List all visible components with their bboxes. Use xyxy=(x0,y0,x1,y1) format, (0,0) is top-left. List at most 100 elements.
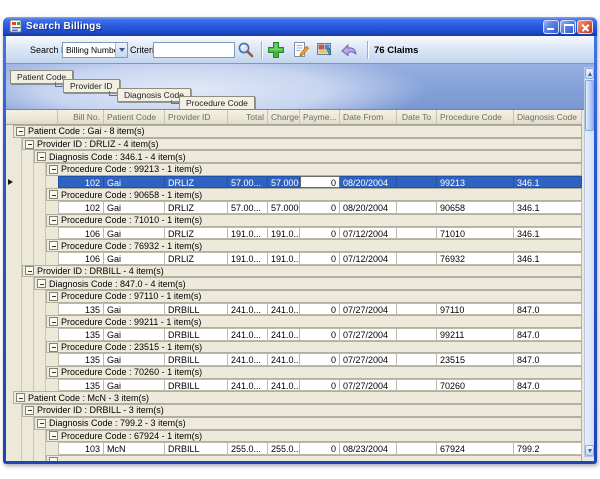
scroll-up-icon[interactable] xyxy=(585,68,594,79)
cell-date_to[interactable] xyxy=(397,379,437,392)
cell-diagnosis[interactable]: 346.1 xyxy=(514,176,582,189)
cell-bill_no[interactable]: 135 xyxy=(58,328,104,341)
cell-bill_no[interactable]: 135 xyxy=(58,379,104,392)
cell-date_from[interactable]: 08/20/2004 xyxy=(340,176,397,189)
cell-date_to[interactable] xyxy=(397,328,437,341)
collapse-icon[interactable] xyxy=(49,431,58,440)
cell-bill_no[interactable]: 102 xyxy=(58,201,104,214)
group-row[interactable]: Provider ID : DRBILL - 3 item(s) xyxy=(6,404,582,417)
cell-payment[interactable]: 0 xyxy=(300,328,340,341)
data-row[interactable]: 135GaiDRBILL241.0...241.0...007/27/20047… xyxy=(6,379,582,392)
group-row[interactable] xyxy=(6,455,582,461)
cell-provider[interactable]: DRBILL xyxy=(165,328,228,341)
cell-payment[interactable]: 0 xyxy=(300,379,340,392)
group-header-box[interactable]: Diagnosis Code : 346.1 - 4 item(s) xyxy=(34,150,582,163)
column-header-total[interactable]: Total xyxy=(228,110,268,124)
cell-date_to[interactable] xyxy=(397,353,437,366)
cell-patient[interactable]: Gai xyxy=(104,227,165,240)
column-header-procedure[interactable]: Procedure Code xyxy=(437,110,514,124)
cell-date_to[interactable] xyxy=(397,176,437,189)
dropdown-arrow-icon[interactable] xyxy=(115,43,127,57)
cell-total[interactable]: 191.0... xyxy=(228,252,268,265)
group-header-box[interactable]: Procedure Code : 67924 - 1 item(s) xyxy=(46,430,582,443)
cell-charges[interactable]: 57.0000 xyxy=(268,176,300,189)
cell-date_from[interactable]: 08/23/2004 xyxy=(340,442,397,455)
group-row[interactable]: Procedure Code : 70260 - 1 item(s) xyxy=(6,366,582,379)
cell-total[interactable]: 241.0... xyxy=(228,379,268,392)
cell-patient[interactable]: Gai xyxy=(104,176,165,189)
cell-bill_no[interactable]: 106 xyxy=(58,252,104,265)
group-by-box-procedure-code[interactable]: Procedure Code xyxy=(179,96,255,110)
group-header-box[interactable]: Patient Code : Gai - 8 item(s) xyxy=(13,125,582,138)
data-row[interactable]: 135GaiDRBILL241.0...241.0...007/27/20049… xyxy=(6,328,582,341)
group-header-box[interactable]: Procedure Code : 76932 - 1 item(s) xyxy=(46,239,582,252)
group-header-box[interactable]: Procedure Code : 90658 - 1 item(s) xyxy=(46,188,582,201)
close-button[interactable] xyxy=(577,20,593,34)
cell-date_from[interactable]: 07/27/2004 xyxy=(340,328,397,341)
group-header-box[interactable]: Procedure Code : 70260 - 1 item(s) xyxy=(46,366,582,379)
cell-patient[interactable]: Gai xyxy=(104,353,165,366)
group-header-box[interactable]: Provider ID : DRLIZ - 4 item(s) xyxy=(22,138,582,151)
collapse-icon[interactable] xyxy=(37,152,46,161)
cell-provider[interactable]: DRLIZ xyxy=(165,252,228,265)
cell-date_to[interactable] xyxy=(397,227,437,240)
column-header-charges[interactable]: Charges xyxy=(268,110,300,124)
cell-charges[interactable]: 241.0... xyxy=(268,328,300,341)
cell-date_from[interactable]: 07/12/2004 xyxy=(340,252,397,265)
group-row[interactable]: Procedure Code : 23515 - 1 item(s) xyxy=(6,341,582,354)
cell-procedure[interactable]: 70260 xyxy=(437,379,514,392)
group-row[interactable]: Procedure Code : 99213 - 1 item(s) xyxy=(6,163,582,176)
cell-patient[interactable]: Gai xyxy=(104,379,165,392)
group-header-box[interactable]: Procedure Code : 97110 - 1 item(s) xyxy=(46,290,582,303)
cell-payment[interactable]: 0 xyxy=(300,442,340,455)
group-row[interactable]: Procedure Code : 99211 - 1 item(s) xyxy=(6,315,582,328)
cell-patient[interactable]: McN xyxy=(104,442,165,455)
cell-patient[interactable]: Gai xyxy=(104,303,165,316)
search-by-dropdown[interactable]: Billing Number xyxy=(62,42,128,58)
collapse-icon[interactable] xyxy=(25,406,34,415)
add-icon[interactable] xyxy=(267,41,285,59)
cell-date_to[interactable] xyxy=(397,252,437,265)
collapse-icon[interactable] xyxy=(49,343,58,352)
cell-total[interactable]: 191.0... xyxy=(228,227,268,240)
cell-payment[interactable]: 0 xyxy=(300,353,340,366)
cell-date_from[interactable]: 07/12/2004 xyxy=(340,227,397,240)
cell-patient[interactable]: Gai xyxy=(104,201,165,214)
cell-payment[interactable]: 0 xyxy=(300,303,340,316)
column-header-diagnosis[interactable]: Diagnosis Code xyxy=(514,110,582,124)
cell-procedure[interactable]: 71010 xyxy=(437,227,514,240)
group-header-box[interactable]: Procedure Code : 99211 - 1 item(s) xyxy=(46,315,582,328)
cell-date_from[interactable]: 08/20/2004 xyxy=(340,201,397,214)
cell-date_from[interactable]: 07/27/2004 xyxy=(340,353,397,366)
cell-procedure[interactable]: 76932 xyxy=(437,252,514,265)
group-row[interactable]: Patient Code : Gai - 8 item(s) xyxy=(6,125,582,138)
column-header-date_to[interactable]: Date To xyxy=(397,110,437,124)
cell-date_to[interactable] xyxy=(397,442,437,455)
data-row[interactable]: 135GaiDRBILL241.0...241.0...007/27/20042… xyxy=(6,353,582,366)
collapse-icon[interactable] xyxy=(49,457,58,461)
group-row[interactable]: Diagnosis Code : 346.1 - 4 item(s) xyxy=(6,150,582,163)
cell-procedure[interactable]: 97110 xyxy=(437,303,514,316)
group-header-box[interactable]: Diagnosis Code : 799.2 - 3 item(s) xyxy=(34,417,582,430)
cell-procedure[interactable]: 90658 xyxy=(437,201,514,214)
group-row[interactable]: Provider ID : DRBILL - 4 item(s) xyxy=(6,265,582,278)
cell-charges[interactable]: 241.0... xyxy=(268,353,300,366)
column-header-provider[interactable]: Provider ID xyxy=(165,110,228,124)
cell-patient[interactable]: Gai xyxy=(104,252,165,265)
group-header-box[interactable]: Provider ID : DRBILL - 3 item(s) xyxy=(22,404,582,417)
group-header-box[interactable]: Diagnosis Code : 847.0 - 4 item(s) xyxy=(34,277,582,290)
group-row[interactable]: Procedure Code : 67924 - 1 item(s) xyxy=(6,430,582,443)
data-row[interactable]: 106GaiDRLIZ191.0...191.0...007/12/200476… xyxy=(6,252,582,265)
cell-diagnosis[interactable]: 346.1 xyxy=(514,201,582,214)
edit-icon[interactable] xyxy=(292,41,310,59)
cell-provider[interactable]: DRBILL xyxy=(165,303,228,316)
cell-diagnosis[interactable]: 847.0 xyxy=(514,303,582,316)
collapse-icon[interactable] xyxy=(49,292,58,301)
cell-procedure[interactable]: 67924 xyxy=(437,442,514,455)
collapse-icon[interactable] xyxy=(49,241,58,250)
cell-date_to[interactable] xyxy=(397,303,437,316)
scroll-down-icon[interactable] xyxy=(585,445,594,456)
cell-total[interactable]: 241.0... xyxy=(228,303,268,316)
data-row[interactable]: 102GaiDRLIZ57.00...57.0000008/20/2004992… xyxy=(6,176,582,189)
cell-date_from[interactable]: 07/27/2004 xyxy=(340,303,397,316)
